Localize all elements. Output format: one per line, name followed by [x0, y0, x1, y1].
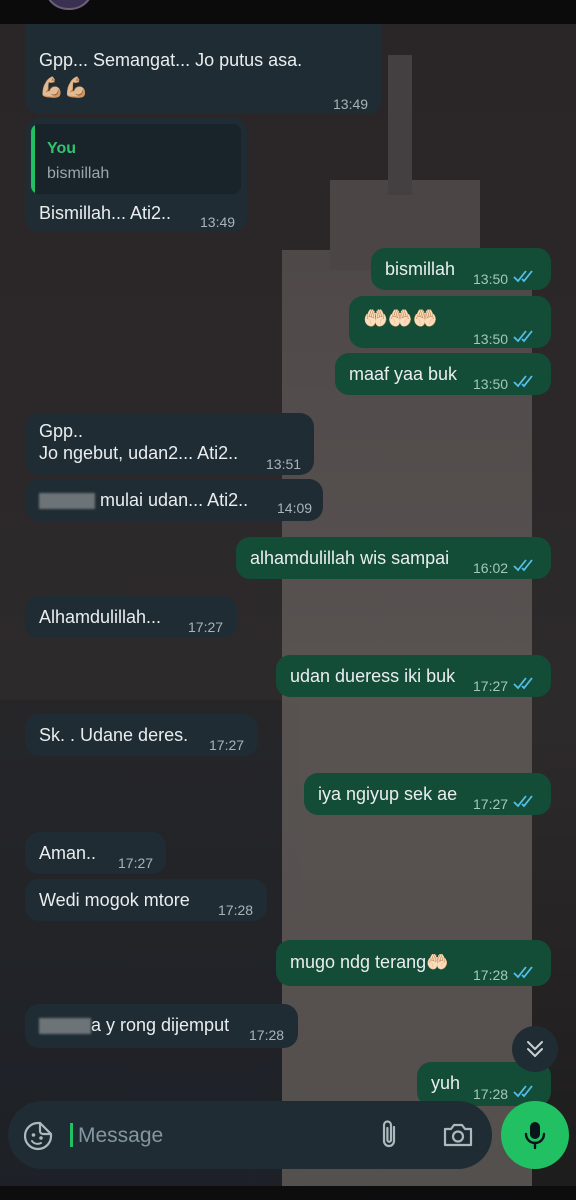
message-text: mulai udan... Ati2..: [100, 490, 249, 510]
message-text: Alhamdulillah...: [39, 607, 162, 627]
scroll-to-bottom-button[interactable]: [512, 1026, 558, 1072]
message-incoming[interactable]: Gpp.. Jo ngebut, udan2... Ati2.. 13:51: [25, 413, 314, 475]
message-time: 17:27: [118, 855, 154, 871]
message-time: 13:51: [266, 456, 302, 472]
message-incoming[interactable]: Gpp... Semangat... Jo putus asa. 💪🏼💪🏼 13…: [25, 24, 382, 114]
system-navigation-bar: [0, 1186, 576, 1200]
message-text: udan dueress iki buk: [290, 666, 456, 686]
message-incoming[interactable]: Aman.. 17:27: [25, 832, 166, 874]
message-text: iya ngiyup sek ae: [318, 784, 458, 804]
microphone-icon: [524, 1122, 546, 1150]
message-incoming[interactable]: Sk. . Udane deres. 17:27: [25, 714, 258, 756]
message-text: 🤲🏻🤲🏻🤲🏻: [363, 308, 438, 330]
message-text: Aman..: [39, 843, 97, 863]
text-cursor: [70, 1123, 73, 1147]
read-receipt-icon: [513, 559, 533, 572]
message-text: Sk. . Udane deres.: [39, 725, 189, 745]
quote-bar: [31, 124, 35, 194]
message-text-wrapper: mulai udan... Ati2..: [39, 489, 248, 511]
wallpaper-spire: [388, 55, 412, 195]
message-text: Gpp... Semangat... Jo putus asa.: [39, 50, 303, 70]
message-time: 13:50: [473, 331, 509, 347]
message-time: 16:02: [473, 560, 509, 576]
message-incoming[interactable]: Alhamdulillah... 17:27: [25, 596, 237, 638]
message-incoming[interactable]: mulai udan... Ati2.. 14:09: [25, 479, 323, 521]
message-incoming[interactable]: Wedi mogok mtore 17:28: [25, 879, 267, 921]
message-time: 17:27: [473, 678, 509, 694]
message-outgoing[interactable]: udan dueress iki buk 17:27: [276, 655, 551, 697]
message-time: 17:28: [218, 902, 254, 918]
message-text: alhamdulillah wis sampai: [250, 548, 450, 568]
message-outgoing[interactable]: alhamdulillah wis sampai 16:02: [236, 537, 551, 579]
message-text: a y rong dijemput: [91, 1015, 230, 1035]
message-time: 13:50: [473, 376, 509, 392]
message-text: maaf yaa buk: [349, 364, 458, 384]
message-text: bismillah: [385, 259, 456, 279]
quoted-message[interactable]: You bismillah: [31, 124, 241, 194]
message-time: 17:27: [473, 796, 509, 812]
message-text: mugo ndg terang🤲🏻: [290, 952, 449, 972]
message-outgoing[interactable]: iya ngiyup sek ae 17:27: [304, 773, 551, 815]
message-outgoing[interactable]: 🤲🏻🤲🏻🤲🏻 13:50: [349, 296, 551, 348]
double-chevron-down-icon: [527, 1041, 543, 1057]
message-outgoing[interactable]: mugo ndg terang🤲🏻 17:28: [276, 940, 551, 986]
message-input[interactable]: [76, 1117, 350, 1155]
message-time: 14:09: [277, 500, 313, 516]
message-text: yuh: [431, 1073, 461, 1093]
sticker-icon[interactable]: [22, 1120, 54, 1152]
message-time: 17:28: [473, 967, 509, 983]
microphone-button[interactable]: [501, 1101, 569, 1169]
quote-author: You: [47, 140, 77, 157]
read-receipt-icon: [513, 270, 533, 283]
message-text-wrapper: a y rong dijemput: [39, 1014, 229, 1036]
contact-avatar[interactable]: [44, 0, 94, 10]
read-receipt-icon: [513, 966, 533, 979]
read-receipt-icon: [513, 795, 533, 808]
message-incoming-reply[interactable]: You bismillah Bismillah... Ati2.. 13:49: [25, 118, 247, 232]
read-receipt-icon: [513, 375, 533, 388]
camera-icon[interactable]: [442, 1121, 474, 1149]
message-composer: [8, 1101, 492, 1169]
header-strip: [0, 0, 576, 24]
read-receipt-icon: [513, 677, 533, 690]
message-time: 13:49: [333, 96, 369, 112]
message-text: Wedi mogok mtore: [39, 890, 190, 910]
redacted-text: [39, 493, 95, 510]
message-text: Bismillah... Ati2..: [39, 203, 172, 223]
message-time: 17:28: [249, 1027, 285, 1043]
paperclip-icon[interactable]: [376, 1119, 404, 1151]
message-outgoing[interactable]: maaf yaa buk 13:50: [335, 353, 551, 395]
message-emoji: 💪🏼💪🏼: [39, 77, 89, 99]
message-incoming[interactable]: a y rong dijemput 17:28: [25, 1004, 298, 1048]
message-text: Gpp.. Jo ngebut, udan2... Ati2..: [39, 421, 239, 463]
message-time: 17:27: [188, 619, 224, 635]
redacted-text: [39, 1018, 91, 1035]
message-time: 13:49: [200, 214, 236, 230]
read-receipt-icon: [513, 1085, 533, 1098]
message-time: 13:50: [473, 271, 509, 287]
message-time: 17:27: [209, 737, 245, 753]
message-outgoing[interactable]: bismillah 13:50: [371, 248, 551, 290]
message-time: 17:28: [473, 1086, 509, 1102]
read-receipt-icon: [513, 330, 533, 343]
quote-text: bismillah: [47, 165, 110, 182]
